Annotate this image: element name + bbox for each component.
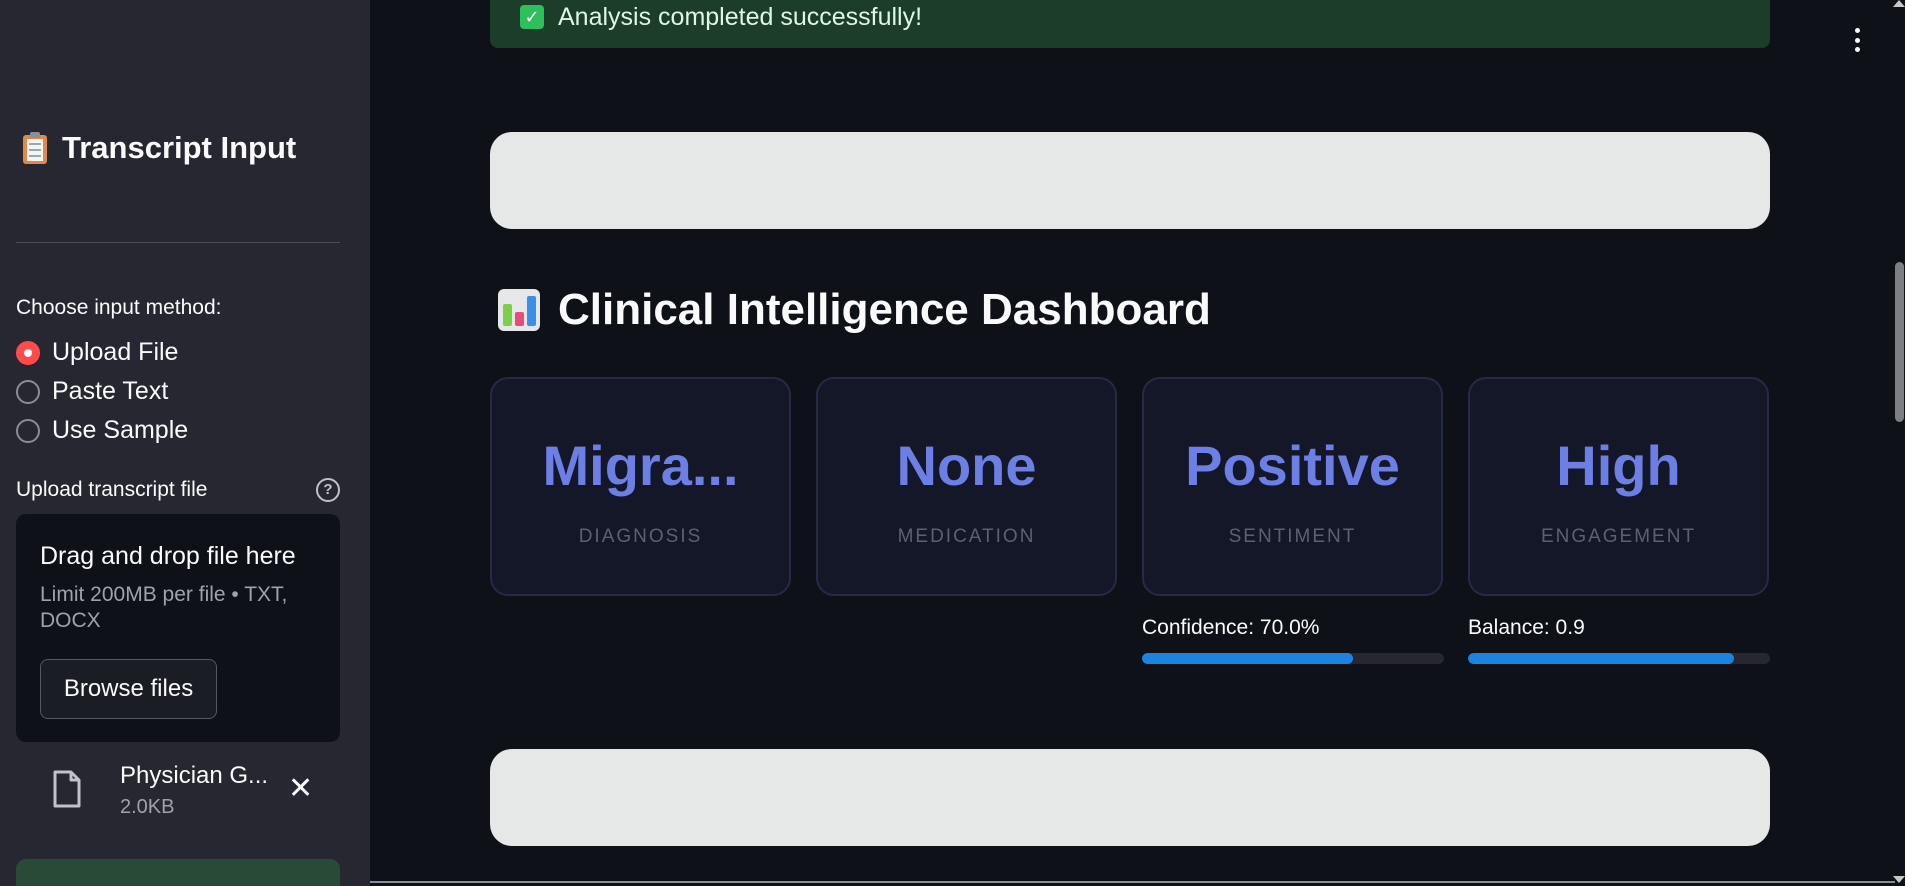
medication-card: None MEDICATION <box>816 377 1117 596</box>
radio-unselected-icon <box>16 379 40 404</box>
scroll-up-arrow[interactable] <box>1893 0 1905 7</box>
scroll-down-arrow[interactable] <box>1893 876 1905 883</box>
clipboard-icon <box>22 132 48 164</box>
header-banner <box>490 132 1770 229</box>
bar-chart-icon <box>498 289 540 331</box>
card-value: Positive <box>1185 434 1400 497</box>
close-icon[interactable]: ✕ <box>288 774 313 804</box>
sidebar-title-text: Transcript Input <box>62 130 297 165</box>
file-size: 2.0KB <box>120 796 175 818</box>
input-method-label: Choose input method: <box>16 296 222 319</box>
success-alert: ✓ Analysis completed successfully! <box>490 0 1770 48</box>
sidebar: Transcript Input Choose input method: Up… <box>0 0 370 886</box>
radio-unselected-icon <box>16 418 40 443</box>
file-name: Physician G... <box>120 762 269 789</box>
card-label: DIAGNOSIS <box>578 526 703 547</box>
metric-cards: Migra... DIAGNOSIS None MEDICATION Posit… <box>490 377 1770 597</box>
confidence-label: Confidence: 70.0% <box>1142 616 1320 639</box>
radio-label: Paste Text <box>52 377 169 405</box>
dashboard-title: Clinical Intelligence Dashboard <box>498 285 1211 335</box>
card-label: SENTIMENT <box>1228 526 1357 547</box>
balance-label: Balance: 0.9 <box>1468 616 1585 639</box>
file-icon <box>53 770 81 808</box>
diagnosis-card: Migra... DIAGNOSIS <box>490 377 791 596</box>
dropzone-limit: Limit 200MB per file • TXT, DOCX <box>40 583 288 632</box>
radio-upload-file[interactable]: Upload File <box>16 338 178 367</box>
file-dropzone[interactable]: Drag and drop file here Limit 200MB per … <box>16 514 340 742</box>
radio-label: Use Sample <box>52 416 189 444</box>
balance-progress <box>1468 653 1770 664</box>
radio-paste-text[interactable]: Paste Text <box>16 377 168 406</box>
main-content: ✓ Analysis completed successfully! Clini… <box>370 0 1905 886</box>
sentiment-card: Positive SENTIMENT <box>1142 377 1443 596</box>
card-value: None <box>896 434 1037 497</box>
content-banner <box>490 749 1770 846</box>
sidebar-title: Transcript Input <box>22 130 296 166</box>
uploaded-file: Physician G... 2.0KB ✕ <box>16 756 340 826</box>
upload-label: Upload transcript file <box>16 478 208 501</box>
scrollbar-thumb[interactable] <box>1895 262 1904 422</box>
help-icon[interactable]: ? <box>316 478 340 502</box>
check-icon: ✓ <box>520 5 544 29</box>
engagement-card: High ENGAGEMENT <box>1468 377 1769 596</box>
sidebar-divider <box>16 242 340 243</box>
analyze-button[interactable] <box>16 859 340 886</box>
confidence-progress-fill <box>1142 653 1354 664</box>
radio-selected-icon <box>16 340 40 365</box>
success-message: Analysis completed successfully! <box>558 2 923 31</box>
kebab-menu-icon[interactable] <box>1854 28 1860 52</box>
card-value: Migra... <box>542 434 739 497</box>
card-label: ENGAGEMENT <box>1540 526 1697 547</box>
radio-use-sample[interactable]: Use Sample <box>16 416 188 445</box>
window-bottom-edge <box>370 881 1895 883</box>
balance-progress-fill <box>1468 653 1734 664</box>
dropzone-title: Drag and drop file here <box>40 542 296 570</box>
card-label: MEDICATION <box>897 526 1036 547</box>
browse-files-button[interactable]: Browse files <box>40 659 217 719</box>
radio-label: Upload File <box>52 338 179 366</box>
dashboard-title-text: Clinical Intelligence Dashboard <box>558 285 1211 334</box>
card-value: High <box>1556 434 1681 497</box>
confidence-progress <box>1142 653 1444 664</box>
